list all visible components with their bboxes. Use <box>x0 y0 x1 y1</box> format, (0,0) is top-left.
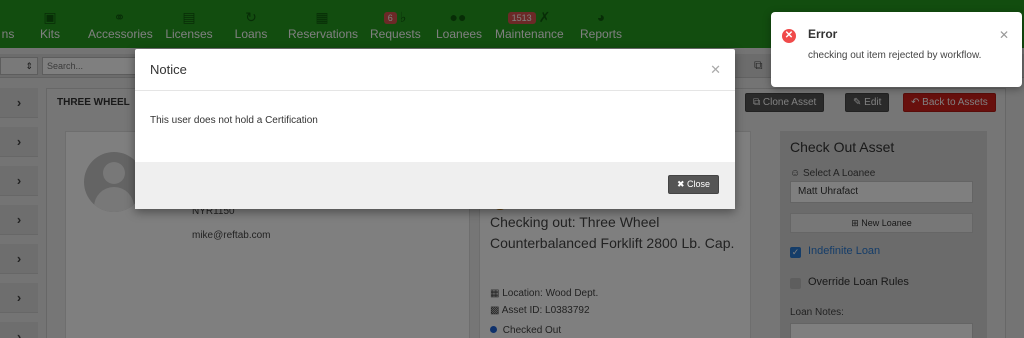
modal-header: Notice ✕ <box>135 49 735 91</box>
toast-title: Error <box>808 27 838 41</box>
close-icon: ✖ <box>676 179 685 189</box>
modal-close-button[interactable]: ✖ Close <box>668 175 719 194</box>
modal-close-x-icon[interactable]: ✕ <box>710 62 721 78</box>
modal-message: This user does not hold a Certification <box>150 115 318 126</box>
toast-message: checking out item rejected by workflow. <box>808 50 982 61</box>
toast-dismiss-icon[interactable]: ✕ <box>999 28 1009 42</box>
modal-title: Notice <box>150 62 187 77</box>
error-x-circle-icon: ✕ <box>782 29 796 43</box>
modal-close-label: Close <box>687 179 711 189</box>
notice-modal: Notice ✕ This user does not hold a Certi… <box>135 49 735 209</box>
error-toast: ✕ Error checking out item rejected by wo… <box>771 12 1022 87</box>
modal-footer: ✖ Close <box>135 162 735 209</box>
